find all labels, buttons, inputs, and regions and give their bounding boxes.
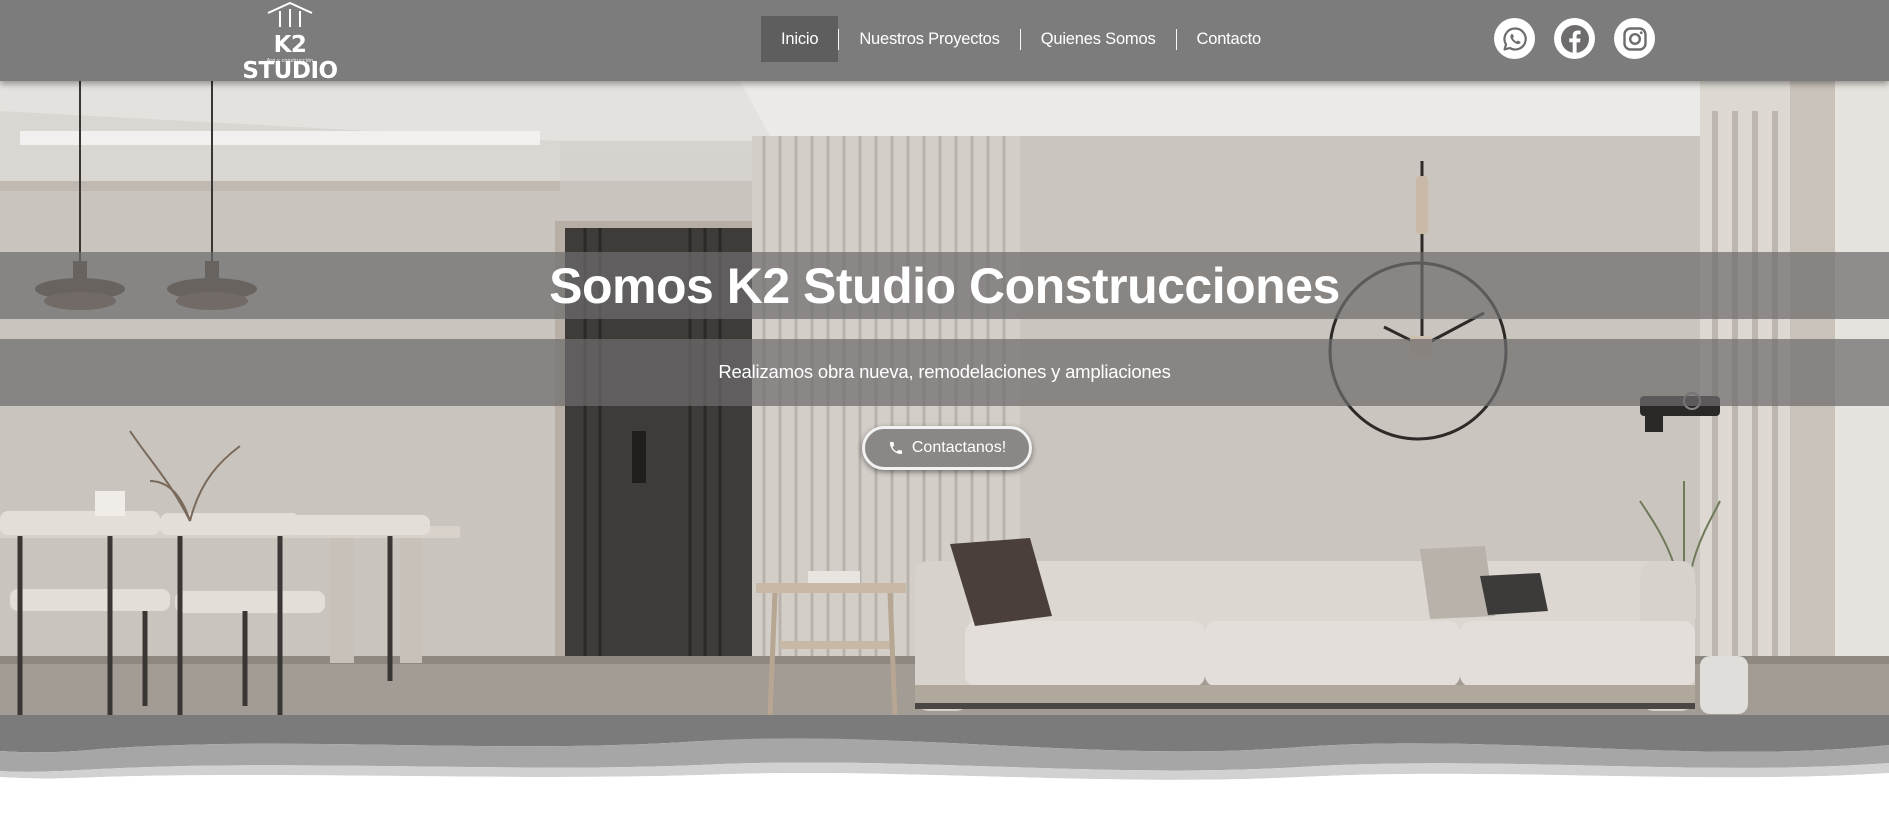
nav-item-quienes-somos[interactable]: Quienes Somos xyxy=(1021,16,1176,62)
roof-icon xyxy=(267,2,313,27)
hero-section: Somos K2 Studio Construcciones Realizamo… xyxy=(0,81,1889,741)
phone-icon xyxy=(889,442,902,454)
social-links xyxy=(1494,18,1655,59)
logo-tagline: Arq y construcción xyxy=(266,58,314,64)
site-header: K2 STUDIO Arq y construcción Inicio Nues… xyxy=(0,0,1889,84)
contact-cta-button[interactable]: Contactanos! xyxy=(862,426,1032,470)
contact-cta-label: Contactanos! xyxy=(911,439,1007,456)
hero-background-image xyxy=(0,81,1889,741)
instagram-icon xyxy=(1622,26,1647,51)
hero-title: Somos K2 Studio Construcciones xyxy=(549,258,1340,314)
nav-item-inicio[interactable]: Inicio xyxy=(761,16,839,62)
instagram-button[interactable] xyxy=(1614,18,1655,59)
facebook-icon xyxy=(1560,24,1589,53)
hero-subtitle: Realizamos obra nueva, remodelaciones y … xyxy=(718,361,1171,382)
wave-divider xyxy=(0,715,1889,819)
facebook-button[interactable] xyxy=(1554,18,1595,59)
logo[interactable]: K2 STUDIO Arq y construcción xyxy=(232,2,348,84)
nav-item-proyectos[interactable]: Nuestros Proyectos xyxy=(839,16,1019,62)
main-nav: Inicio Nuestros Proyectos Quienes Somos … xyxy=(761,16,1281,62)
nav-item-contacto[interactable]: Contacto xyxy=(1177,16,1281,62)
whatsapp-button[interactable] xyxy=(1494,18,1535,59)
whatsapp-icon xyxy=(1502,26,1527,51)
